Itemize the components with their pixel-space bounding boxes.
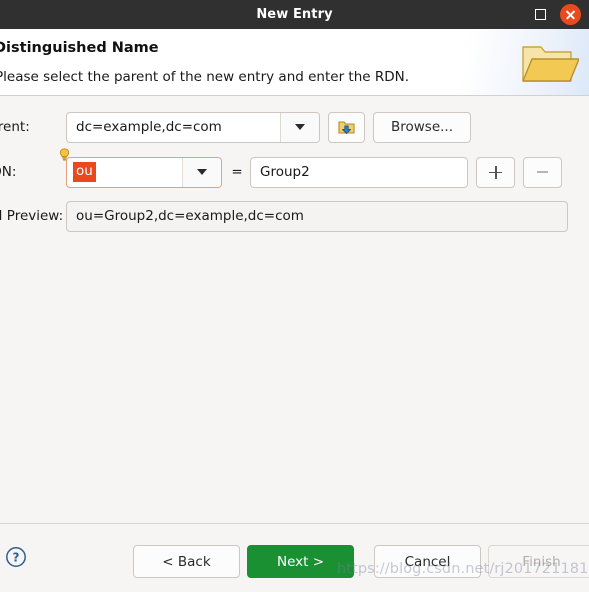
dn-preview-label: DN Preview: <box>0 208 64 224</box>
rdn-remove-button[interactable] <box>523 156 562 188</box>
folder-up-arrow-icon <box>338 120 355 134</box>
parent-value: dc=example,dc=com <box>76 119 222 135</box>
cancel-button[interactable]: Cancel <box>374 545 481 578</box>
new-entry-dialog: New Entry Distinguished Name Please sele… <box>0 0 589 592</box>
wizard-buttons: < Back Next > Cancel Finish <box>133 545 589 578</box>
minus-icon <box>537 171 548 173</box>
close-icon[interactable] <box>560 4 581 25</box>
window-controls <box>535 0 581 29</box>
rdn-attribute-value: ou <box>73 162 96 182</box>
help-circle-icon[interactable]: ? <box>5 546 27 568</box>
lightbulb-icon <box>59 147 70 161</box>
wizard-header: Distinguished Name Please select the par… <box>0 29 589 96</box>
plus-icon <box>489 165 502 179</box>
next-button[interactable]: Next > <box>247 545 354 578</box>
rdn-row: RDN: ou = <box>0 147 562 188</box>
parent-row: Parent: dc=example,dc=com Browse... <box>0 111 471 143</box>
back-button[interactable]: < Back <box>133 545 240 578</box>
rdn-equals-sign: = <box>231 164 243 180</box>
page-subtitle: Please select the parent of the new entr… <box>0 69 410 85</box>
rdn-attribute-dropdown-button[interactable] <box>182 157 221 187</box>
rdn-add-button[interactable] <box>476 156 515 188</box>
finish-button: Finish <box>488 545 589 578</box>
parent-label: Parent: <box>0 119 30 135</box>
chevron-down-icon <box>295 124 305 130</box>
chevron-down-icon <box>197 169 207 175</box>
maximize-icon[interactable] <box>535 9 546 20</box>
dn-preview-row: DN Preview: ou=Group2,dc=example,dc=com <box>0 200 568 232</box>
dialog-body: Parent: dc=example,dc=com Browse... RDN: <box>0 96 589 523</box>
page-title: Distinguished Name <box>0 40 159 56</box>
title-bar: New Entry <box>0 0 589 29</box>
parent-dropdown-button[interactable] <box>280 112 319 142</box>
rdn-attribute-value-wrap: ou <box>67 158 182 187</box>
rdn-label: RDN: <box>0 164 17 180</box>
parent-browse-button[interactable]: Browse... <box>373 111 471 143</box>
parent-combo[interactable]: dc=example,dc=com <box>66 111 320 143</box>
parent-history-button[interactable] <box>328 111 365 143</box>
dialog-footer: ? < Back Next > Cancel Finish <box>0 523 589 592</box>
svg-text:?: ? <box>13 550 20 564</box>
open-folder-icon <box>517 37 580 89</box>
rdn-attribute-combo[interactable]: ou <box>66 156 222 188</box>
dn-preview-value: ou=Group2,dc=example,dc=com <box>66 200 568 232</box>
window-title: New Entry <box>256 7 333 22</box>
rdn-value-input[interactable]: Group2 <box>250 156 468 188</box>
